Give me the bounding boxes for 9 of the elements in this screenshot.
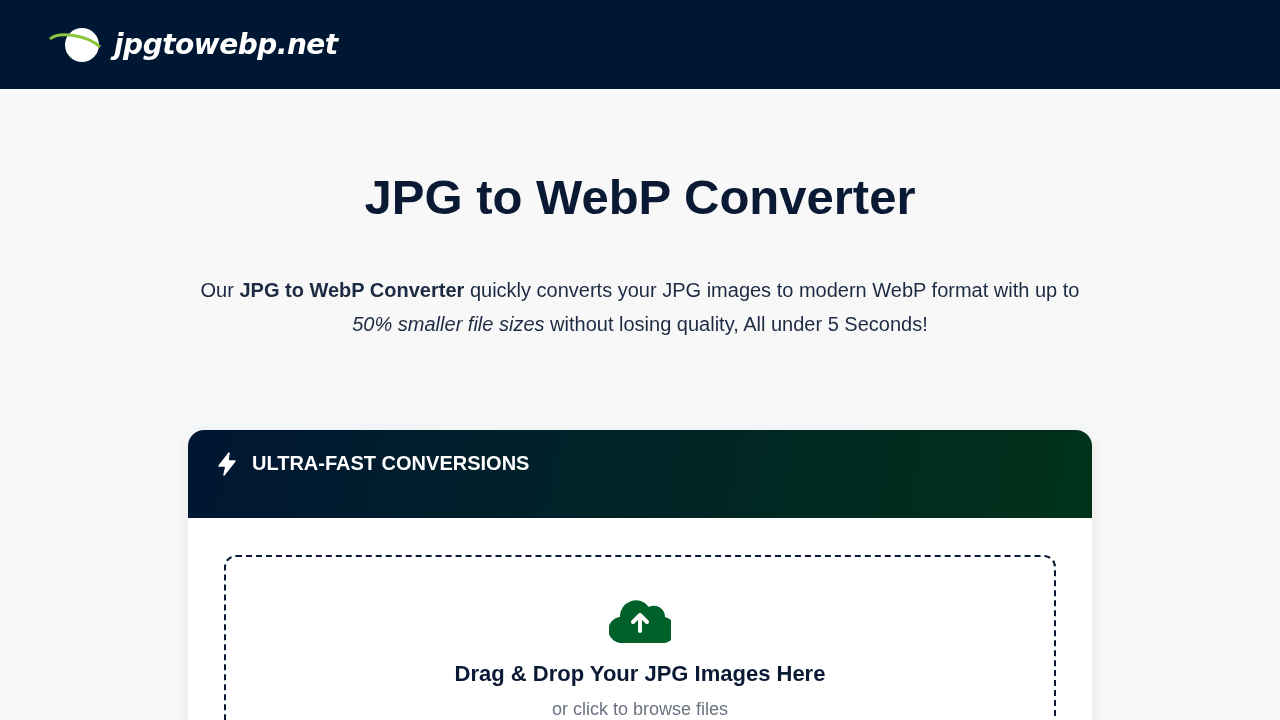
lightning-icon bbox=[216, 452, 238, 476]
site-logo[interactable]: jpgtowebp.net bbox=[48, 26, 338, 63]
banner-title: ULTRA-FAST CONVERSIONS bbox=[252, 452, 530, 474]
intro-paragraph: Our JPG to WebP Converter quickly converts your JPG images to modern WebP format with up to 50% smaller file sizes without losing quality, All under 5 Seconds! bbox=[199, 278, 1081, 337]
dropzone-heading: Drag & Drop Your JPG Images Here bbox=[454, 661, 826, 687]
dropzone-hint: or click to browse files bbox=[551, 699, 729, 720]
planet-icon bbox=[48, 26, 102, 63]
page-title: JPG to WebP Converter bbox=[364, 169, 916, 226]
dropzone[interactable]: Drag & Drop Your JPG Images Here or click to browse files bbox=[224, 555, 1056, 720]
